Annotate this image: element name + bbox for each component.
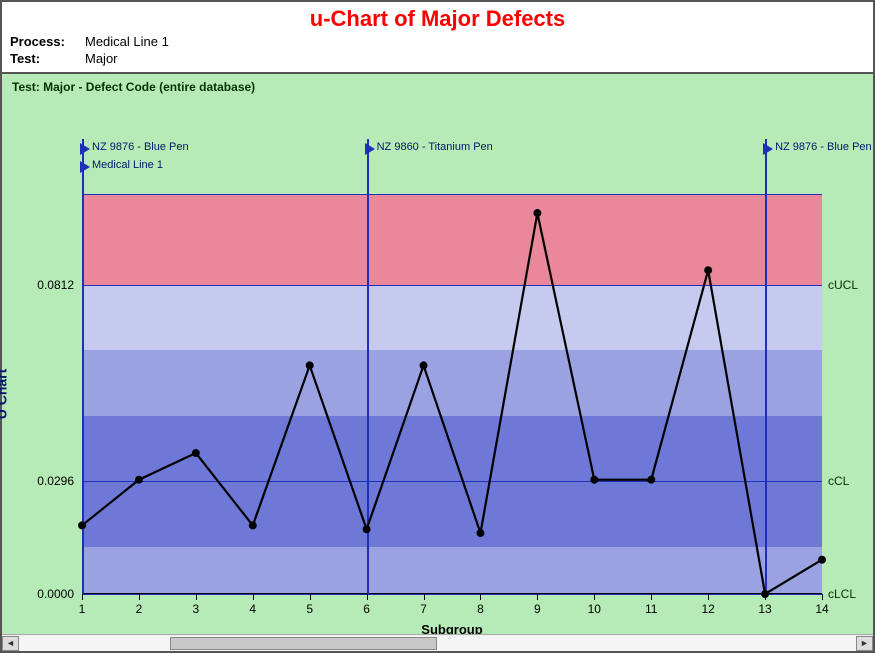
x-tick-label: 8 <box>477 602 484 616</box>
data-series <box>82 194 822 594</box>
x-tick-label: 7 <box>420 602 427 616</box>
x-tick-label: 10 <box>588 602 601 616</box>
scroll-left-button[interactable]: ◄ <box>2 636 19 651</box>
test-value: Major <box>85 51 118 66</box>
y-axis-label: U Chart <box>0 369 10 420</box>
x-tick-label: 1 <box>79 602 86 616</box>
control-line-label: cUCL <box>822 278 858 292</box>
scroll-thumb[interactable] <box>170 637 438 650</box>
chart-window: u-Chart of Major Defects Process: Medica… <box>0 0 875 653</box>
x-tick-label: 9 <box>534 602 541 616</box>
horizontal-scrollbar[interactable]: ◄ ► <box>2 634 873 651</box>
event-marker-label: NZ 9876 - Blue Pen <box>775 141 872 153</box>
x-tick-label: 12 <box>701 602 714 616</box>
test-label: Test: <box>10 51 85 66</box>
x-tick-label: 4 <box>249 602 256 616</box>
chart-title: u-Chart of Major Defects <box>10 6 865 32</box>
scroll-right-button[interactable]: ► <box>856 636 873 651</box>
scroll-track[interactable] <box>19 636 856 651</box>
chart-subtitle: Test: Major - Defect Code (entire databa… <box>2 74 873 100</box>
x-tick-label: 14 <box>815 602 828 616</box>
x-tick-label: 11 <box>645 602 657 616</box>
control-line-label: cCL <box>822 474 849 488</box>
x-tick-label: 2 <box>136 602 143 616</box>
plot-frame: 0.00000.02960.0812 cLCLcCLcUCL 123456789… <box>82 194 822 594</box>
y-tick-label: 0.0296 <box>37 474 82 488</box>
process-label: Process: <box>10 34 85 49</box>
test-row: Test: Major <box>10 51 865 66</box>
x-tick-label: 3 <box>193 602 200 616</box>
chart-area: Test: Major - Defect Code (entire databa… <box>2 74 873 641</box>
header: u-Chart of Major Defects Process: Medica… <box>2 2 873 74</box>
event-marker-label: NZ 9876 - Blue Pen <box>92 141 189 153</box>
x-tick-label: 13 <box>758 602 771 616</box>
x-tick-label: 6 <box>363 602 370 616</box>
event-marker-label: Medical Line 1 <box>92 159 163 171</box>
event-marker-label: NZ 9860 - Titanium Pen <box>377 141 493 153</box>
process-row: Process: Medical Line 1 <box>10 34 865 49</box>
y-tick-label: 0.0812 <box>37 278 82 292</box>
control-line-label: cLCL <box>822 587 856 601</box>
x-tick-label: 5 <box>306 602 313 616</box>
process-value: Medical Line 1 <box>85 34 169 49</box>
y-tick-label: 0.0000 <box>37 587 82 601</box>
